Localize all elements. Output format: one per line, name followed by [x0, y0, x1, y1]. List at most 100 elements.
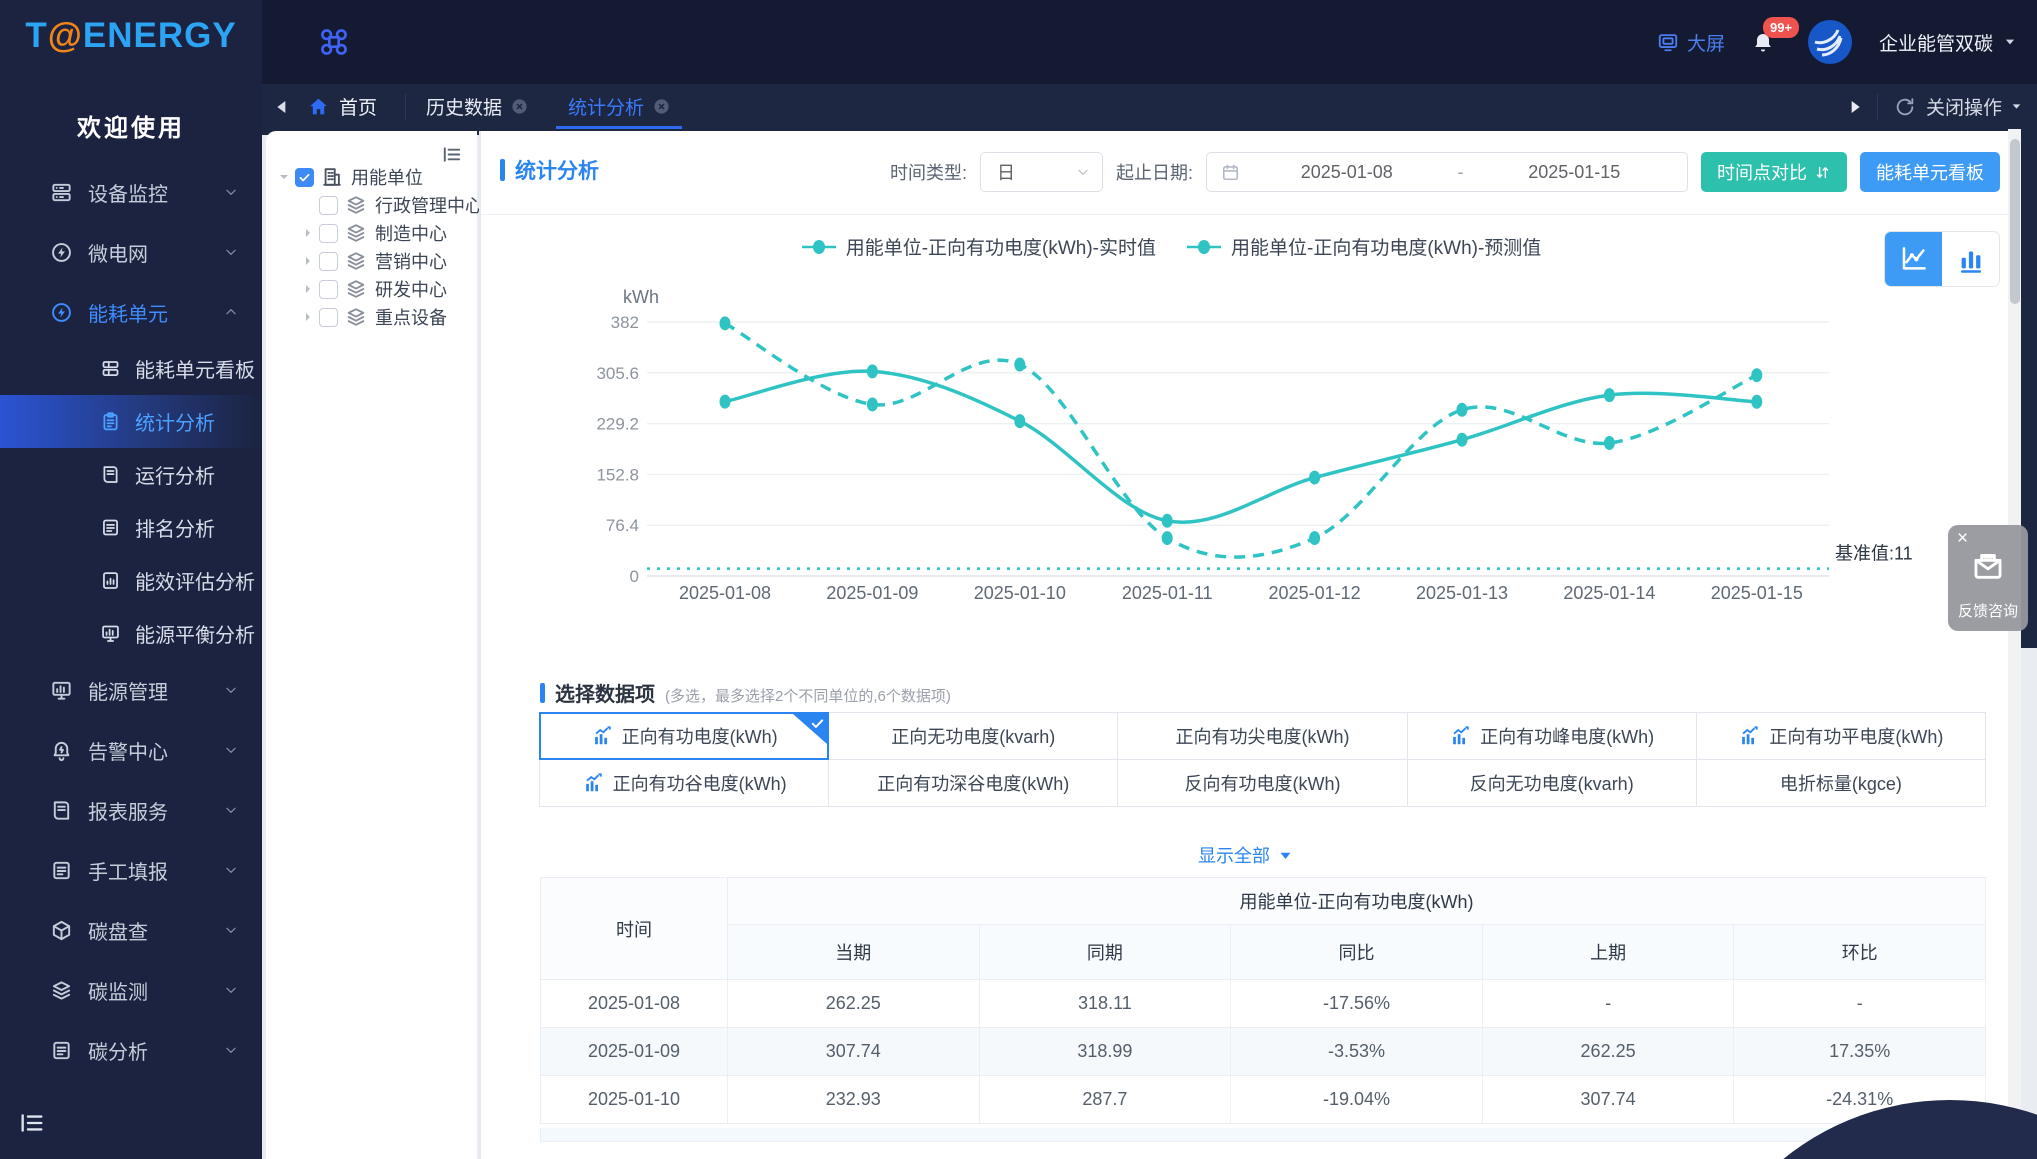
date-end-value[interactable]: 2025-01-15: [1476, 162, 1674, 183]
tree-node-key-equipment[interactable]: 重点设备: [300, 303, 447, 331]
data-item-button-7[interactable]: 反向有功电度(kWh): [1117, 759, 1408, 807]
bolt-circle-icon: [50, 301, 73, 324]
data-item-label: 正向无功电度(kvarh): [891, 727, 1056, 747]
time-point-compare-button[interactable]: 时间点对比: [1701, 152, 1847, 192]
energy-unit-board-button[interactable]: 能耗单元看板: [1860, 152, 2000, 192]
board-icon: [100, 358, 121, 379]
tree-checkbox[interactable]: [319, 251, 338, 271]
caret-expand-right-icon[interactable]: [300, 309, 316, 325]
tree-checkbox[interactable]: [319, 195, 338, 215]
caret-expand-right-icon[interactable]: [300, 281, 316, 297]
tab-close-icon[interactable]: [653, 98, 670, 115]
tree-checkbox[interactable]: [319, 223, 338, 243]
tree-checkbox[interactable]: [319, 279, 338, 299]
close-operations-dropdown[interactable]: 关闭操作: [1926, 93, 2023, 120]
sidebar-item-alarm-center[interactable]: 告警中心: [0, 720, 262, 780]
cell-value: 307.74: [1481, 1075, 1735, 1124]
tab-label: 统计分析: [568, 98, 645, 119]
tree-collapse-icon[interactable]: [440, 143, 463, 166]
sidebar-item-carbon-monitoring[interactable]: 碳监测: [0, 960, 262, 1020]
sidebar-item-energy-balance[interactable]: 能源平衡分析: [0, 607, 262, 660]
tree-node-label[interactable]: 制造中心: [375, 220, 447, 246]
caret-expand-right-icon[interactable]: [300, 225, 316, 241]
data-item-button-9[interactable]: 电折标量(kgce): [1695, 759, 1986, 807]
sidebar-item-carbon-analysis[interactable]: 碳分析: [0, 1020, 262, 1080]
chevron-down-icon: [1076, 165, 1090, 179]
tree-node-label[interactable]: 重点设备: [375, 304, 447, 330]
tree-node-energy-unit[interactable]: 用能单位: [276, 163, 423, 191]
data-item-button-6[interactable]: 正向有功深谷电度(kWh): [828, 759, 1119, 807]
sidebar-item-energy-unit-board[interactable]: 能耗单元看板: [0, 342, 262, 395]
vertical-scrollbar[interactable]: [2008, 129, 2021, 1159]
line-chart-toggle-button[interactable]: [1885, 232, 1942, 286]
sidebar-item-energy-management[interactable]: 能源管理: [0, 660, 262, 720]
sidebar-item-label: 碳盘查: [88, 921, 148, 944]
time-type-select[interactable]: 日: [979, 152, 1103, 192]
data-item-button-1[interactable]: 正向无功电度(kvarh): [828, 712, 1119, 760]
svg-text:2025-01-10: 2025-01-10: [974, 583, 1066, 603]
sidebar-item-microgrid[interactable]: 微电网: [0, 222, 262, 282]
close-icon[interactable]: ×: [1957, 529, 1968, 548]
sidebar-item-device-monitoring[interactable]: 设备监控: [0, 162, 262, 222]
feedback-label: 反馈咨询: [1957, 603, 2018, 620]
sidebar-item-efficiency-evaluation[interactable]: 能效评估分析: [0, 554, 262, 607]
bar-chart-toggle-button[interactable]: [1942, 232, 1999, 286]
calendar-icon: [1221, 163, 1240, 182]
apps-menu-icon[interactable]: [318, 26, 350, 58]
tree-checkbox[interactable]: [319, 307, 338, 327]
tree-node-manufacturing-center[interactable]: 制造中心: [300, 219, 447, 247]
sidebar-item-operation-analysis[interactable]: 运行分析: [0, 448, 262, 501]
cell-time: 2025-01-09: [540, 1027, 728, 1076]
date-start-value[interactable]: 2025-01-08: [1248, 162, 1446, 183]
data-item-button-0[interactable]: 正向有功电度(kWh): [539, 712, 830, 760]
tree-node-rd-center[interactable]: 研发中心: [300, 275, 447, 303]
table-row: 2025-01-10 232.93 287.7 -19.04% 307.74 -24.31…: [540, 1075, 1986, 1124]
sidebar-item-report-service[interactable]: 报表服务: [0, 780, 262, 840]
legend-item[interactable]: 用能单位-正向有功电度(kWh)-实时值: [801, 233, 1156, 260]
sidebar-item-ranking-analysis[interactable]: 排名分析: [0, 501, 262, 554]
date-range-picker[interactable]: 2025-01-08 - 2025-01-15: [1206, 152, 1688, 192]
scrollbar-thumb[interactable]: [2009, 139, 2020, 304]
sidebar-item-label: 排名分析: [135, 519, 215, 541]
chart-trend-icon: [582, 772, 604, 794]
show-all-link[interactable]: 显示全部: [481, 842, 2010, 868]
data-item-button-2[interactable]: 正向有功尖电度(kWh): [1117, 712, 1408, 760]
legend-item[interactable]: 用能单位-正向有功电度(kWh)-预测值: [1186, 233, 1541, 260]
tab-forward-icon[interactable]: [1833, 99, 1877, 115]
sidebar-item-label: 碳监测: [88, 981, 148, 1004]
tree-checkbox[interactable]: [295, 167, 314, 187]
data-item-button-4[interactable]: 正向有功平电度(kWh): [1695, 712, 1986, 760]
tree-node-admin-center[interactable]: 行政管理中心: [300, 191, 483, 219]
cell-time: 2025-01-10: [540, 1075, 728, 1124]
refresh-icon[interactable]: [1894, 96, 1916, 118]
svg-text:76.4: 76.4: [606, 516, 639, 535]
avatar[interactable]: [1807, 19, 1853, 65]
tree-node-label[interactable]: 营销中心: [375, 248, 447, 274]
tree-node-label[interactable]: 行政管理中心: [375, 192, 483, 218]
tab-history-data[interactable]: 历史数据: [406, 84, 548, 129]
caret-expand-down-icon[interactable]: [276, 169, 292, 185]
caret-expand-right-icon[interactable]: [300, 253, 316, 269]
sidebar-item-energy-unit[interactable]: 能耗单元: [0, 282, 262, 342]
data-item-button-8[interactable]: 反向无功电度(kvarh): [1406, 759, 1697, 807]
server-icon: [50, 181, 73, 204]
tree-node-label[interactable]: 研发中心: [375, 276, 447, 302]
feedback-widget[interactable]: × 反馈咨询: [1948, 525, 2028, 631]
sidebar-item-statistical-analysis[interactable]: 统计分析: [0, 395, 262, 448]
table-group-header: 用能单位-正向有功电度(kWh): [727, 877, 1986, 925]
tree-node-label[interactable]: 用能单位: [351, 164, 423, 190]
data-item-button-3[interactable]: 正向有功峰电度(kWh): [1406, 712, 1697, 760]
sidebar-collapse-icon[interactable]: [18, 1109, 46, 1137]
data-item-button-5[interactable]: 正向有功谷电度(kWh): [539, 759, 830, 807]
bolt-circle-icon: [50, 241, 73, 264]
org-switcher[interactable]: 企业能管双碳: [1879, 29, 2017, 56]
tab-close-icon[interactable]: [511, 98, 528, 115]
notifications-button[interactable]: 99+: [1751, 17, 1800, 57]
tab-home[interactable]: 首页: [302, 84, 405, 129]
bigscreen-button[interactable]: 大屏: [1657, 29, 1725, 56]
tree-node-marketing-center[interactable]: 营销中心: [300, 247, 447, 275]
sidebar-item-carbon-audit[interactable]: 碳盘查: [0, 900, 262, 960]
sidebar-item-manual-entry[interactable]: 手工填报: [0, 840, 262, 900]
tab-back-icon[interactable]: [262, 99, 302, 115]
tab-statistical-analysis[interactable]: 统计分析: [548, 84, 690, 129]
